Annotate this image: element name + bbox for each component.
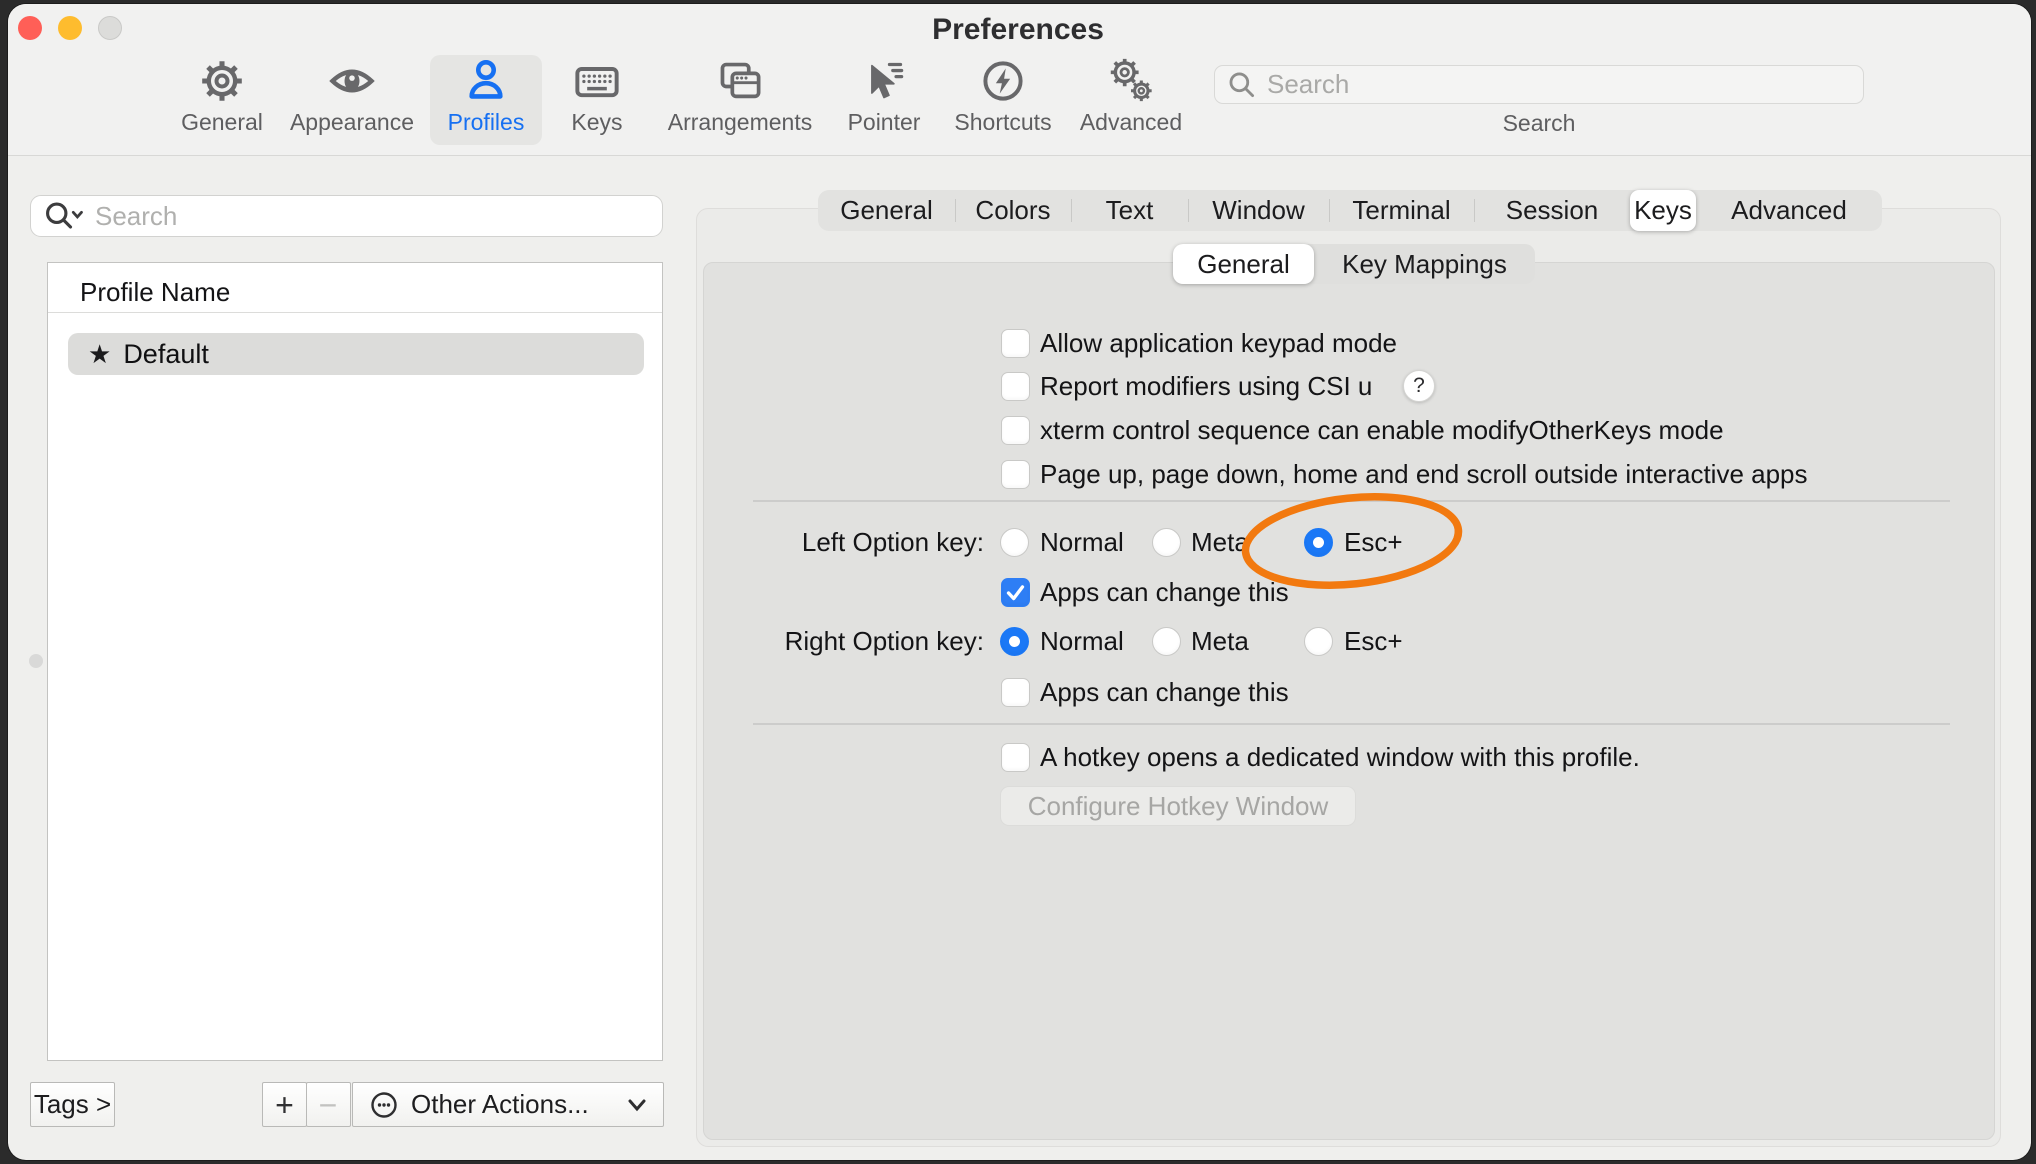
- windows-stack-icon: [717, 55, 763, 107]
- toolbar-label: Shortcuts: [954, 109, 1051, 136]
- tab-general[interactable]: General: [818, 190, 955, 231]
- preferences-window: Preferences General Appearance: [8, 4, 2031, 1160]
- profile-name: Default: [123, 339, 209, 370]
- toolbar-item-arrangements[interactable]: Arrangements: [665, 55, 815, 145]
- toolbar-label: Appearance: [290, 109, 414, 136]
- checkbox-page-scroll-outside-apps[interactable]: [1001, 460, 1030, 489]
- tags-button[interactable]: Tags >: [30, 1082, 115, 1127]
- checkbox-left-apps-can-change[interactable]: [1001, 578, 1030, 607]
- check-icon: [1002, 578, 1029, 607]
- toolbar-label: Profiles: [448, 109, 525, 136]
- radio-left-option-meta[interactable]: [1152, 528, 1181, 557]
- toolbar-item-advanced[interactable]: Advanced: [1056, 55, 1206, 145]
- other-actions-dropdown[interactable]: Other Actions...: [352, 1082, 664, 1127]
- toolbar-item-general[interactable]: General: [147, 55, 297, 145]
- tab-text[interactable]: Text: [1071, 190, 1188, 231]
- gears-icon: [1106, 55, 1156, 107]
- radio-label: Esc+: [1344, 625, 1403, 657]
- keyboard-icon: [573, 55, 621, 107]
- search-menu-icon: [43, 200, 87, 232]
- gear-icon: [200, 55, 244, 107]
- profile-search-field[interactable]: [30, 195, 663, 237]
- profile-list-header-divider: [48, 312, 662, 313]
- radio-right-option-esc[interactable]: [1304, 627, 1333, 656]
- eye-icon: [329, 55, 375, 107]
- toolbar-search-field[interactable]: [1214, 65, 1864, 104]
- profile-search-input[interactable]: [95, 201, 650, 232]
- other-actions-label: Other Actions...: [411, 1089, 615, 1120]
- left-option-key-label: Left Option key:: [700, 526, 984, 558]
- lightning-icon: [981, 55, 1025, 107]
- default-profile-star-icon: ★: [88, 339, 111, 370]
- subtab-key-mappings[interactable]: Key Mappings: [1314, 244, 1535, 284]
- cursor-icon: [862, 55, 906, 107]
- checkbox-label: Report modifiers using CSI u: [1040, 370, 1372, 402]
- tab-terminal[interactable]: Terminal: [1329, 190, 1474, 231]
- checkbox-label: Allow application keypad mode: [1040, 327, 1397, 359]
- checkbox-label: Apps can change this: [1040, 676, 1289, 708]
- checkbox-report-modifiers-csi-u[interactable]: [1001, 372, 1030, 401]
- profile-tab-bar: General Colors Text Window Terminal Sess…: [818, 190, 1882, 231]
- tab-window[interactable]: Window: [1188, 190, 1329, 231]
- right-option-key-label: Right Option key:: [700, 625, 984, 657]
- checkbox-label: A hotkey opens a dedicated window with t…: [1040, 741, 1640, 773]
- configure-hotkey-window-button[interactable]: Configure Hotkey Window: [1000, 786, 1356, 826]
- radio-left-option-normal[interactable]: [1000, 528, 1029, 557]
- ellipsis-circle-icon: [369, 1090, 399, 1120]
- window-title: Preferences: [8, 13, 2031, 47]
- profile-list-column-header: Profile Name: [80, 276, 230, 308]
- tab-session[interactable]: Session: [1474, 190, 1630, 231]
- toolbar-item-appearance[interactable]: Appearance: [277, 55, 427, 145]
- checkbox-right-apps-can-change[interactable]: [1001, 678, 1030, 707]
- radio-right-option-normal[interactable]: [1000, 627, 1029, 656]
- toolbar-divider: [8, 155, 2031, 156]
- radio-label: Meta: [1191, 526, 1249, 558]
- radio-label: Esc+: [1344, 526, 1403, 558]
- toolbar-label: General: [181, 109, 263, 136]
- search-icon: [1227, 70, 1257, 100]
- profile-list-panel: [47, 262, 663, 1061]
- tags-button-label: Tags >: [34, 1089, 111, 1120]
- toolbar-search-input[interactable]: [1267, 69, 1851, 100]
- checkbox-hotkey-window[interactable]: [1001, 743, 1030, 772]
- subtab-general[interactable]: General: [1173, 244, 1314, 284]
- keys-subtab-bar: General Key Mappings: [1173, 244, 1535, 284]
- add-profile-button[interactable]: +: [262, 1082, 307, 1127]
- radio-right-option-meta[interactable]: [1152, 627, 1181, 656]
- toolbar-item-keys[interactable]: Keys: [522, 55, 672, 145]
- person-icon: [464, 55, 508, 107]
- splitter-drag-dot[interactable]: [29, 654, 43, 668]
- checkbox-allow-keypad-mode[interactable]: [1001, 329, 1030, 358]
- toolbar-label: Advanced: [1080, 109, 1182, 136]
- checkbox-xterm-modifyotherkeys[interactable]: [1001, 416, 1030, 445]
- radio-label: Meta: [1191, 625, 1249, 657]
- toolbar-label: Arrangements: [668, 109, 812, 136]
- section-divider: [753, 723, 1950, 725]
- radio-label: Normal: [1040, 625, 1124, 657]
- toolbar-search-label: Search: [1214, 110, 1864, 137]
- profile-row-default[interactable]: ★ Default: [68, 333, 644, 375]
- tab-colors[interactable]: Colors: [955, 190, 1071, 231]
- help-button[interactable]: ?: [1403, 370, 1435, 402]
- toolbar-label: Pointer: [848, 109, 921, 136]
- radio-left-option-esc[interactable]: [1304, 528, 1333, 557]
- tab-advanced[interactable]: Advanced: [1696, 190, 1882, 231]
- toolbar-label: Keys: [571, 109, 622, 136]
- remove-profile-button[interactable]: −: [306, 1082, 351, 1127]
- checkbox-label: Page up, page down, home and end scroll …: [1040, 458, 1808, 490]
- chevron-down-icon: [627, 1098, 647, 1112]
- checkbox-label: Apps can change this: [1040, 576, 1289, 608]
- radio-label: Normal: [1040, 526, 1124, 558]
- checkbox-label: xterm control sequence can enable modify…: [1040, 414, 1724, 446]
- tab-keys[interactable]: Keys: [1630, 190, 1696, 231]
- section-divider: [753, 500, 1950, 502]
